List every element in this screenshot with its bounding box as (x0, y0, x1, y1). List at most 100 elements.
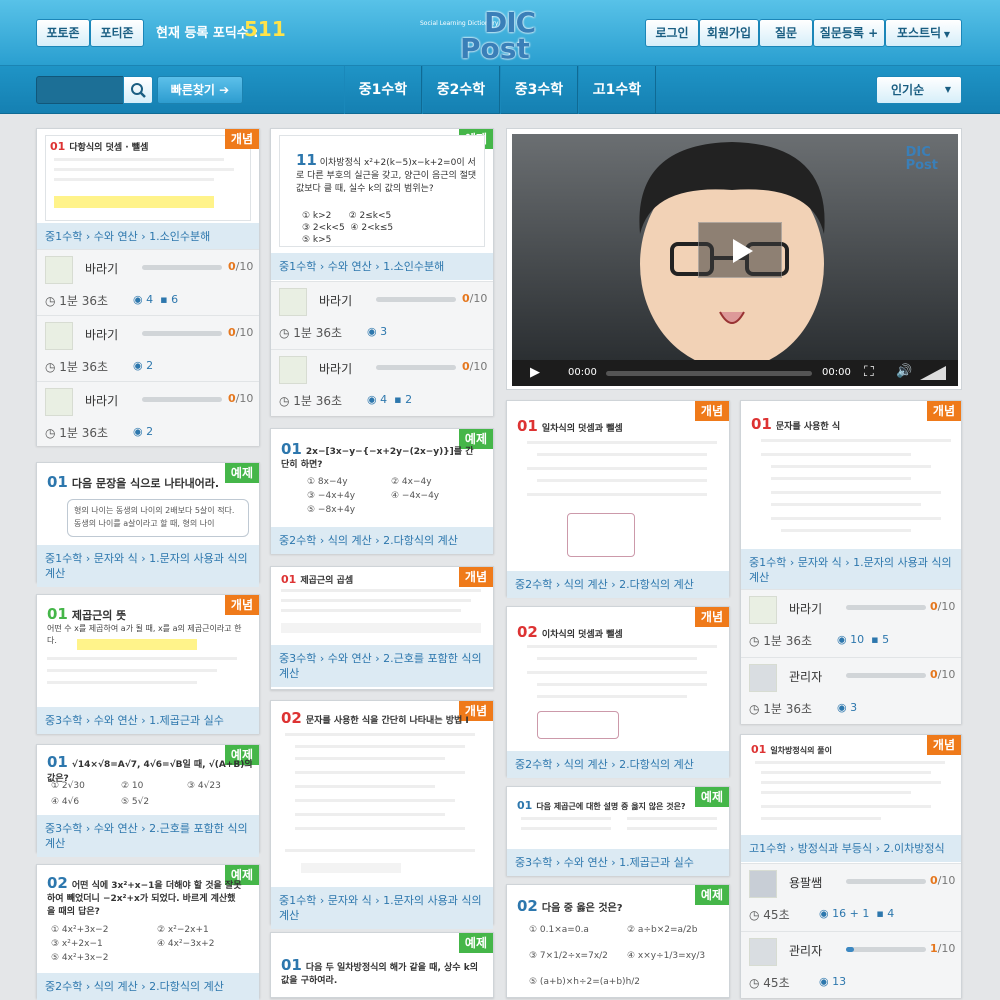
category-path[interactable]: 중2수학 › 식의 계산 › 2.다항식의 계산 (507, 571, 729, 598)
volume-icon[interactable]: 🔊 (896, 364, 912, 379)
learner-row[interactable]: 바라기 0/10 ◷ 1분 36초 ◉ 4 ▪ 2 (271, 349, 493, 416)
photozone-button[interactable]: 포토존 (36, 19, 90, 47)
category-path[interactable]: 중1수학 › 문자와 식 › 1.문자의 사용과 식의 계산 (741, 549, 961, 591)
search-input[interactable] (36, 76, 124, 104)
card-thumbnail[interactable]: 01 다항식의 덧셈 · 뺄셈 (45, 135, 251, 221)
learner-row[interactable]: 바라기 0/10 ◷ 1분 36초 ◉ 10 ▪ 5 (741, 589, 961, 657)
postdic-label: 포스트딕 (896, 26, 942, 40)
category-path[interactable]: 중3수학 › 수와 연산 › 1.제곱근과 실수 (37, 707, 259, 734)
category-path[interactable]: 중3수학 › 수와 연산 › 2.근호를 포함한 식의 계산 (271, 645, 493, 687)
category-path[interactable]: 중2수학 › 식의 계산 › 2.다항식의 계산 (37, 973, 259, 1000)
content-card-c9[interactable]: 예제 02 어떤 식에 3x²+x−1을 더해야 할 것을 잘못하여 빼었더니 −… (36, 864, 260, 1000)
signup-button[interactable]: 회원가입 (699, 19, 759, 47)
duration: ◷ 1분 36초 (279, 394, 343, 408)
content-card-c4[interactable]: 예제 01 2x−[3x−y−{−x+2y−(2x−y)}]를 간단히 하면? ①… (270, 428, 494, 554)
play-overlay-button[interactable] (698, 222, 782, 278)
category-path[interactable]: 중2수학 › 식의 계산 › 2.다항식의 계산 (271, 527, 493, 554)
choice: ④ 4√6 (51, 797, 80, 807)
content-card-c7[interactable]: 예제 01 √14×√8=A√7, 4√6=√B일 때, √(A+B)의 값은? … (36, 744, 260, 857)
learner-row[interactable]: 관리자 0/10 ◷ 1분 36초 ◉ 3 (741, 657, 961, 724)
fullscreen-icon[interactable]: ⛶ (864, 364, 874, 380)
learner-row[interactable]: 바라기 0/10 ◷ 1분 36초 ◉ 4 ▪ 6 (37, 249, 259, 315)
question-button[interactable]: 질문 (759, 19, 813, 47)
content-card-c6[interactable]: 개념 01 제곱근의 곱셈 중3수학 › 수와 연산 › 2.근호를 포함한 식의… (270, 566, 494, 690)
progress-bar (846, 673, 926, 678)
category-path[interactable]: 중3수학 › 수와 연산 › 2.근호를 포함한 식의 계산 (37, 815, 259, 857)
progress-bar (846, 947, 926, 952)
progress-value: 0/10 (930, 600, 956, 613)
video-player[interactable]: DIC Post ▶ 00:00 00:00 ⛶ 🔊 (506, 128, 962, 390)
learner-row[interactable]: 관리자 1/10 ◷ 45초 ◉ 13 (741, 931, 961, 998)
learner-row[interactable]: 바라기 0/10 ◷ 1분 36초 ◉ 2 (37, 381, 259, 446)
search-button[interactable] (123, 76, 153, 104)
card-thumbnail[interactable]: 11 이차방정식 x²+2(k−5)x−k+2=0이 서로 다른 부호의 실근을… (279, 135, 485, 247)
clock-icon: ◷ (749, 702, 764, 716)
question-register-button[interactable]: 질문등록 + (813, 19, 885, 47)
comment-icon: ▪ (394, 393, 406, 406)
progress-value: 1/10 (930, 942, 956, 955)
content-card-c3[interactable]: 예제 01 다음 문장을 식으로 나타내어라. 형의 나이는 동생의 나이의 2배… (36, 462, 260, 587)
category-path[interactable]: 중1수학 › 문자와 식 › 1.문자의 사용과 식의 계산 (37, 545, 259, 587)
content-card-c13[interactable]: 예제 01 다음 제곱근에 대한 설명 중 옳지 않은 것은? 중3수학 › 수와… (506, 786, 730, 876)
comment-icon: ▪ (160, 293, 172, 306)
content-card-c1[interactable]: 01 다항식의 덧셈 · 뺄셈 개념 중1수학 › 수와 연산 › 1.소인수분해… (36, 128, 260, 446)
tab-grade-middle1[interactable]: 중1수학 (344, 66, 422, 114)
stats: ◉ 16 + 1 ▪ 4 (819, 907, 895, 920)
progress-bar (846, 879, 926, 884)
user-name: 바라기 (85, 394, 119, 408)
category-path[interactable]: 중1수학 › 수와 연산 › 1.소인수분해 (271, 253, 493, 280)
caret-down-icon: ▼ (941, 30, 951, 39)
eye-icon: ◉ (133, 293, 147, 306)
plus-icon: + (863, 26, 879, 40)
eye-icon: ◉ (819, 975, 833, 988)
learner-row[interactable]: 용팔쌤 0/10 ◷ 45초 ◉ 16 + 1 ▪ 4 (741, 863, 961, 931)
duration: ◷ 1분 36초 (279, 326, 343, 340)
user-name: 바라기 (85, 262, 119, 276)
clock-icon: ◷ (279, 394, 294, 408)
category-path[interactable]: 고1수학 › 방정식과 부등식 › 2.이차방정식 (741, 835, 961, 862)
stats: ◉ 4 ▪ 6 (133, 293, 179, 306)
learner-row[interactable]: 바라기 0/10 ◷ 1분 36초 ◉ 3 (271, 281, 493, 349)
concept-badge: 개념 (458, 567, 493, 587)
user-name: 용팔쌤 (789, 876, 823, 890)
category-path[interactable]: 중3수학 › 수와 연산 › 1.제곱근과 실수 (507, 849, 729, 876)
category-path[interactable]: 중1수학 › 수와 연산 › 1.소인수분해 (37, 223, 259, 250)
concept-badge: 개념 (926, 401, 961, 421)
content-card-c15[interactable]: 개념 01 문자를 사용한 식 중1수학 › 문자와 식 › 1.문자의 사용과 … (740, 400, 962, 724)
quick-find-button[interactable]: 빠른찾기 ➔ (157, 76, 243, 104)
login-button[interactable]: 로그인 (645, 19, 699, 47)
tab-grade-high1[interactable]: 고1수학 (578, 66, 656, 114)
seek-bar[interactable] (606, 371, 812, 376)
volume-slider[interactable] (920, 366, 946, 380)
content-card-c8[interactable]: 개념 02 문자를 사용한 식을 간단히 나타내는 방법 Ⅰ 중1수학 › 문자와… (270, 700, 494, 929)
postdic-dropdown[interactable]: 포스트딕 ▼ (885, 19, 962, 47)
progress-value: 0/10 (462, 360, 488, 373)
play-button[interactable]: ▶ (530, 365, 540, 380)
potizone-button[interactable]: 포티존 (90, 19, 144, 47)
content-card-c2[interactable]: 예제 11 이차방정식 x²+2(k−5)x−k+2=0이 서로 다른 부호의 … (270, 128, 494, 416)
progress-bar (376, 365, 456, 370)
category-path[interactable]: 중1수학 › 문자와 식 › 1.문자의 사용과 식의 계산 (271, 887, 493, 929)
search-icon (131, 83, 146, 98)
content-card-c16[interactable]: 개념 01 일차방정식의 풀이 고1수학 › 방정식과 부등식 › 2.이차방정식… (740, 734, 962, 998)
content-card-c10[interactable]: 예제 01 다음 두 일차방정식의 해가 같을 때, 상수 k의 값을 구하여라. (270, 932, 494, 998)
tab-grade-middle3[interactable]: 중3수학 (500, 66, 578, 114)
example-badge: 예제 (694, 787, 729, 807)
content-card-c14[interactable]: 예제 02 다음 중 옳은 것은? ① 0.1×a=0.a ② a÷b×2=a/2… (506, 884, 730, 998)
stats: ◉ 13 (819, 975, 847, 988)
content-card-c11[interactable]: 개념 01 일차식의 덧셈과 뺄셈 중2수학 › 식의 계산 › 2.다항식의 계… (506, 400, 730, 598)
sort-label: 인기순 (891, 83, 925, 97)
stats: ◉ 4 ▪ 2 (367, 393, 413, 406)
content-card-c12[interactable]: 개념 02 이차식의 덧셈과 뺄셈 중2수학 › 식의 계산 › 2.다항식의 계… (506, 606, 730, 778)
video-screen[interactable]: DIC Post (512, 134, 958, 360)
sort-dropdown[interactable]: 인기순 ▼ (876, 76, 962, 104)
content-card-c5[interactable]: 개념 01 제곱근의 뜻 어떤 수 x를 제곱하여 a가 될 때, x를 a의 제… (36, 594, 260, 734)
choice: ③ x²+2x−1 (51, 939, 103, 949)
learner-row[interactable]: 바라기 0/10 ◷ 1분 36초 ◉ 2 (37, 315, 259, 381)
caret-down-icon: ▼ (944, 85, 951, 94)
tab-grade-middle2[interactable]: 중2수학 (422, 66, 500, 114)
category-path[interactable]: 중2수학 › 식의 계산 › 2.다항식의 계산 (507, 751, 729, 778)
dicpost-logo[interactable]: Social Learning Dictionary DIC Post (420, 6, 540, 65)
duration: ◷ 1분 36초 (45, 426, 109, 440)
video-controls: ▶ 00:00 00:00 ⛶ 🔊 (512, 360, 958, 386)
